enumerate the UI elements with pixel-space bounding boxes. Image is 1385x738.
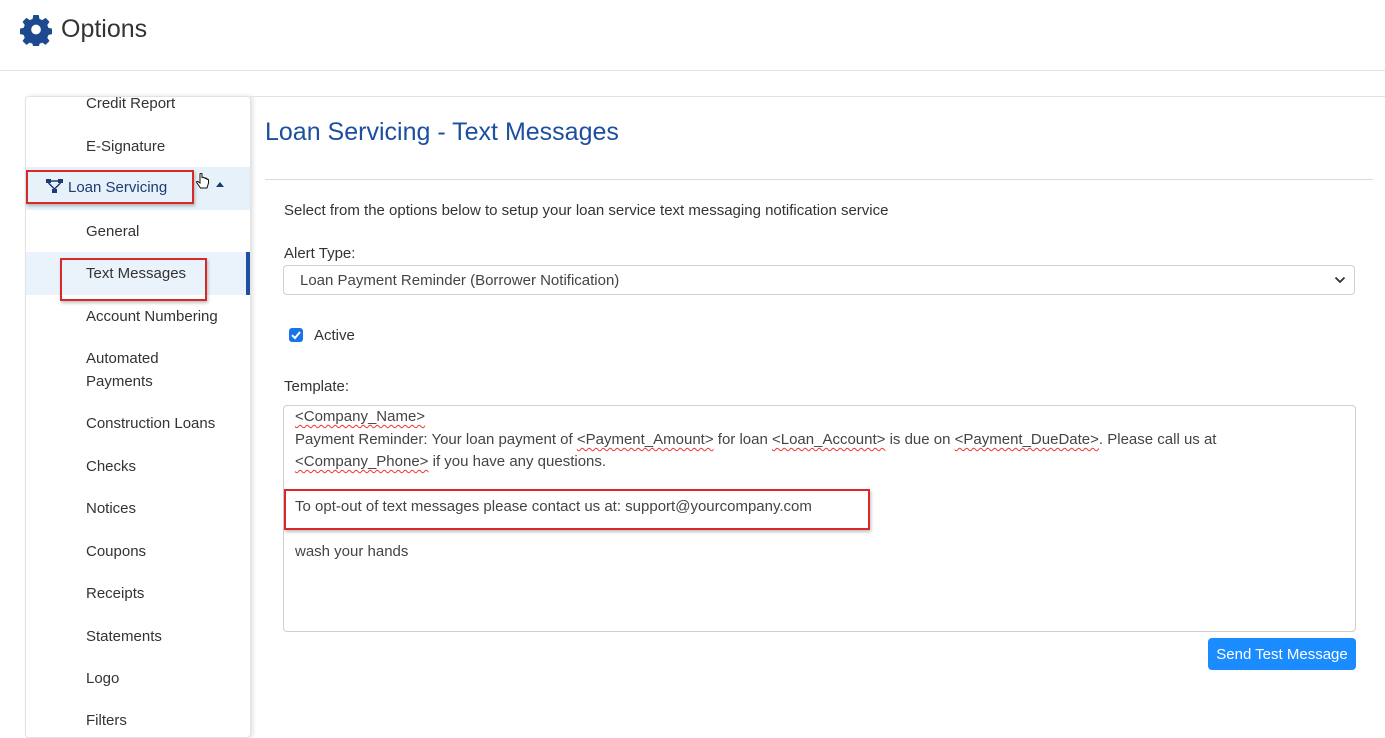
sidebar-item-e-signature[interactable]: E-Signature [26, 127, 250, 167]
sidebar-item-coupons[interactable]: Coupons [26, 530, 250, 573]
template-text: for loan [713, 431, 772, 448]
sidebar-item-label: Notices [86, 500, 137, 517]
sidebar-item-construction-loans[interactable]: Construction Loans [26, 403, 250, 445]
sidebar-item-logo[interactable]: Logo [26, 658, 250, 700]
template-line: <Company_Name> [295, 408, 425, 425]
template-token: <Payment_Amount> [576, 431, 714, 448]
sidebar-item-label: Checks [86, 458, 137, 475]
page-header-title: Options [61, 15, 148, 43]
sidebar-item-automated-payments[interactable]: Automated Payments [26, 337, 250, 403]
sidebar-item-filters[interactable]: Filters [26, 700, 250, 737]
sidebar-item-label: Statements [86, 628, 162, 645]
page-title: Loan Servicing - Text Messages [265, 118, 619, 146]
title-divider [265, 179, 1373, 180]
sidebar-item-receipts[interactable]: Receipts [26, 573, 250, 615]
gear-icon [20, 14, 52, 46]
template-line: <Company_Phone> if you have any question… [295, 453, 606, 470]
template-token: <Company_Phone> [295, 453, 429, 470]
sidebar-item-notices[interactable]: Notices [26, 488, 250, 530]
template-token: <Loan_Account> [771, 431, 886, 448]
template-closing-line: wash your hands [295, 543, 409, 560]
sidebar-item-label: General [86, 223, 140, 240]
active-label: Active [314, 327, 355, 344]
page-header: Options [0, 0, 1385, 71]
sidebar-item-account-numbering[interactable]: Account Numbering [26, 295, 250, 337]
alert-type-label: Alert Type: [284, 245, 356, 262]
sidebar-item-label: Receipts [86, 585, 145, 602]
sidebar-item-general[interactable]: General [26, 210, 250, 252]
sidebar-item-label: Coupons [86, 543, 147, 560]
alert-type-select[interactable]: Loan Payment Reminder (Borrower Notifica… [283, 265, 1355, 295]
template-text: . Please call us at [1098, 431, 1217, 448]
sidebar-item-label: Logo [86, 670, 120, 687]
template-text: is due on [885, 431, 955, 448]
checkmark-icon [291, 331, 301, 340]
sidebar-item-credit-report[interactable]: Credit Report [26, 96, 250, 112]
template-line: Payment Reminder: Your loan payment of <… [295, 431, 1216, 448]
intro-text: Select from the options below to setup y… [284, 202, 889, 219]
sidebar-item-label: E-Signature [86, 138, 166, 155]
sidebar-item-label: Construction Loans [86, 415, 216, 432]
hand-cursor-icon [196, 173, 209, 189]
sidebar-item-label: Payments [86, 373, 153, 390]
highlight-box-opt-out [284, 489, 870, 530]
sidebar-item-label: Automated [86, 350, 159, 367]
template-text: Payment Reminder: Your loan payment of [295, 431, 577, 448]
active-checkbox[interactable] [289, 328, 303, 342]
send-test-message-button[interactable]: Send Test Message [1208, 638, 1356, 670]
template-token: <Company_Name> [295, 408, 426, 425]
highlight-box-text-messages [60, 258, 207, 301]
template-label: Template: [284, 378, 350, 395]
sidebar-item-checks[interactable]: Checks [26, 445, 250, 488]
sidebar-item-statements[interactable]: Statements [26, 615, 250, 658]
template-token: <Payment_DueDate> [954, 431, 1099, 448]
highlight-box-loan-servicing [26, 170, 194, 204]
template-text: if you have any questions. [428, 453, 607, 470]
caret-up-icon[interactable] [216, 182, 224, 187]
sidebar-item-label: Account Numbering [86, 308, 218, 325]
alert-type-value: Loan Payment Reminder (Borrower Notifica… [300, 272, 620, 289]
sidebar-item-label: Filters [86, 712, 127, 729]
sidebar-item-label: Credit Report [86, 96, 176, 112]
chevron-down-icon [1334, 276, 1346, 284]
